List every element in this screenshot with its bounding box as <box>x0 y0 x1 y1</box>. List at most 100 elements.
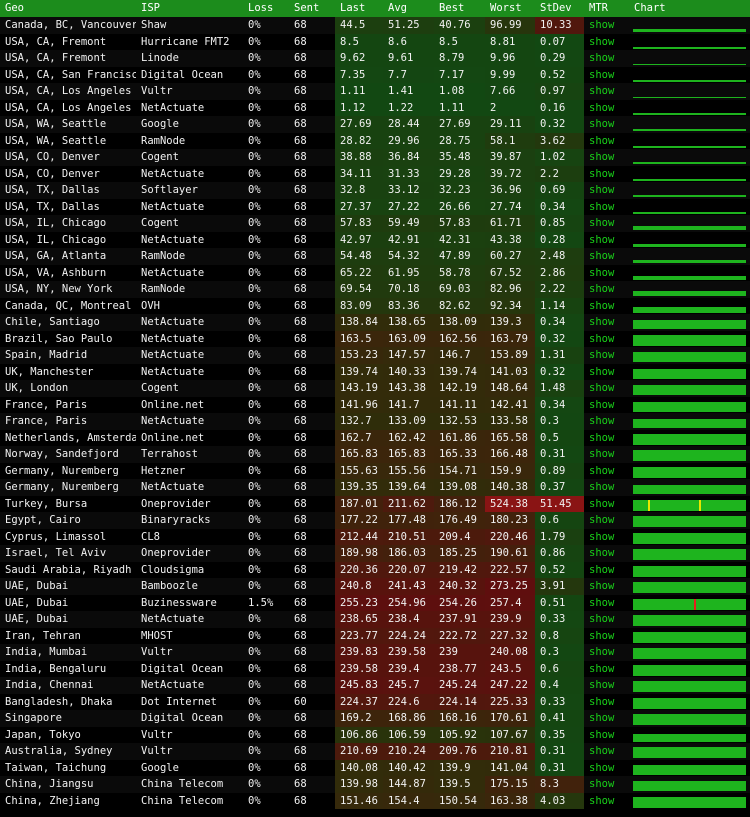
cell-geo: Netherlands, Amsterdam <box>5 431 136 444</box>
mtr-show-link[interactable]: show <box>584 413 629 430</box>
cell-chart <box>629 463 750 480</box>
mtr-show-link[interactable]: show <box>584 331 629 348</box>
col-header-sent[interactable]: Sent <box>289 0 335 17</box>
mtr-show-link[interactable]: show <box>584 545 629 562</box>
cell-best: 82.62 <box>434 297 485 314</box>
table-row: Turkey, Bursa Oneprovider 0% 68 187.01 211.62… <box>0 495 750 513</box>
mtr-show-link[interactable]: show <box>584 116 629 133</box>
mtr-show-link[interactable]: show <box>584 562 629 579</box>
mtr-show-link[interactable]: show <box>584 166 629 183</box>
cell-sent: 68 <box>294 530 307 543</box>
mtr-show-link[interactable]: show <box>584 364 629 381</box>
cell-stdev: 4.03 <box>535 792 584 809</box>
cell-chart <box>629 166 750 183</box>
mtr-show-link[interactable]: show <box>584 743 629 760</box>
mtr-show-link[interactable]: show <box>584 314 629 331</box>
table-row: Saudi Arabia, Riyadh Cloudsigma 0% 68 220.36… <box>0 561 750 579</box>
mtr-show-link[interactable]: show <box>584 248 629 265</box>
cell-chart <box>629 727 750 744</box>
mtr-show-link[interactable]: show <box>584 215 629 232</box>
cell-loss: 0% <box>248 151 261 163</box>
latency-bar-fill <box>633 697 746 709</box>
mtr-show-link[interactable]: show <box>584 430 629 447</box>
mtr-show-link[interactable]: show <box>584 232 629 249</box>
mtr-show-link[interactable]: show <box>584 776 629 793</box>
cell-last: 54.48 <box>335 248 383 265</box>
col-header-isp[interactable]: ISP <box>136 0 243 17</box>
col-header-chart[interactable]: Chart <box>629 0 750 17</box>
cell-stdev: 0.33 <box>535 693 584 710</box>
mtr-show-link[interactable]: show <box>584 298 629 315</box>
mtr-show-link[interactable]: show <box>584 479 629 496</box>
col-header-avg[interactable]: Avg <box>383 0 434 17</box>
mtr-show-link[interactable]: show <box>584 380 629 397</box>
col-header-stdev[interactable]: StDev <box>535 0 584 17</box>
cell-best: 146.7 <box>434 347 485 364</box>
mtr-show-link[interactable]: show <box>584 133 629 150</box>
cell-stdev: 0.37 <box>535 479 584 496</box>
table-row: Japan, Tokyo Vultr 0% 68 106.86 106.59 105.92 1… <box>0 726 750 744</box>
mtr-show-link[interactable]: show <box>584 199 629 216</box>
col-header-geo[interactable]: Geo <box>0 0 136 17</box>
col-header-worst[interactable]: Worst <box>485 0 535 17</box>
cell-avg: 133.09 <box>383 413 434 430</box>
mtr-show-link[interactable]: show <box>584 463 629 480</box>
mtr-show-link[interactable]: show <box>584 182 629 199</box>
mtr-show-link[interactable]: show <box>584 611 629 628</box>
cell-last: 223.77 <box>335 627 383 644</box>
mtr-show-link[interactable]: show <box>584 265 629 282</box>
mtr-show-link[interactable]: show <box>584 149 629 166</box>
mtr-show-link[interactable]: show <box>584 50 629 67</box>
cell-geo: USA, CA, Fremont <box>5 35 107 48</box>
mtr-show-link[interactable]: show <box>584 793 629 810</box>
mtr-show-link[interactable]: show <box>584 760 629 777</box>
mtr-show-link[interactable]: show <box>584 347 629 364</box>
cell-sent: 68 <box>294 613 307 625</box>
col-header-best[interactable]: Best <box>434 0 485 17</box>
cell-last: 27.37 <box>335 198 383 215</box>
mtr-show-link[interactable]: show <box>584 67 629 84</box>
cell-worst: 148.64 <box>485 380 535 397</box>
cell-best: 1.08 <box>434 83 485 100</box>
cell-loss: 0% <box>248 613 261 625</box>
cell-stdev: 0.6 <box>535 660 584 677</box>
cell-geo: Singapore <box>5 712 62 724</box>
cell-last: 151.46 <box>335 792 383 809</box>
mtr-show-link[interactable]: show <box>584 578 629 595</box>
cell-loss: 0% <box>248 167 261 180</box>
mtr-show-link[interactable]: show <box>584 17 629 34</box>
mtr-show-link[interactable]: show <box>584 677 629 694</box>
cell-worst: 140.38 <box>485 479 535 496</box>
mtr-show-link[interactable]: show <box>584 710 629 727</box>
mtr-show-link[interactable]: show <box>584 100 629 117</box>
mtr-show-link[interactable]: show <box>584 529 629 546</box>
cell-best: 238.77 <box>434 660 485 677</box>
cell-last: 255.23 <box>335 594 383 611</box>
mtr-show-link[interactable]: show <box>584 595 629 612</box>
mtr-show-link[interactable]: show <box>584 34 629 51</box>
mtr-show-link[interactable]: show <box>584 446 629 463</box>
cell-chart <box>629 661 750 678</box>
mtr-show-link[interactable]: show <box>584 496 629 513</box>
mtr-show-link[interactable]: show <box>584 628 629 645</box>
latency-bar <box>633 681 746 693</box>
latency-bar-fill <box>633 80 746 82</box>
table-row: Norway, Sandefjord Terrahost 0% 68 165.83 165… <box>0 446 750 463</box>
mtr-show-link[interactable]: show <box>584 644 629 661</box>
cell-last: 69.54 <box>335 281 383 298</box>
mtr-show-link[interactable]: show <box>584 727 629 744</box>
col-header-last[interactable]: Last <box>335 0 383 17</box>
mtr-show-link[interactable]: show <box>584 694 629 711</box>
col-header-loss[interactable]: Loss <box>243 0 289 17</box>
cell-chart <box>629 479 750 496</box>
cell-isp: Online.net <box>141 398 205 411</box>
mtr-show-link[interactable]: show <box>584 83 629 100</box>
mtr-show-link[interactable]: show <box>584 281 629 298</box>
col-header-mtr[interactable]: MTR <box>584 0 629 17</box>
mtr-show-link[interactable]: show <box>584 661 629 678</box>
latency-bar-fill <box>633 28 746 33</box>
cell-geo: Canada, QC, Montreal <box>5 299 132 312</box>
mtr-show-link[interactable]: show <box>584 397 629 414</box>
mtr-show-link[interactable]: show <box>584 512 629 529</box>
cell-isp: NetActuate <box>141 316 205 328</box>
